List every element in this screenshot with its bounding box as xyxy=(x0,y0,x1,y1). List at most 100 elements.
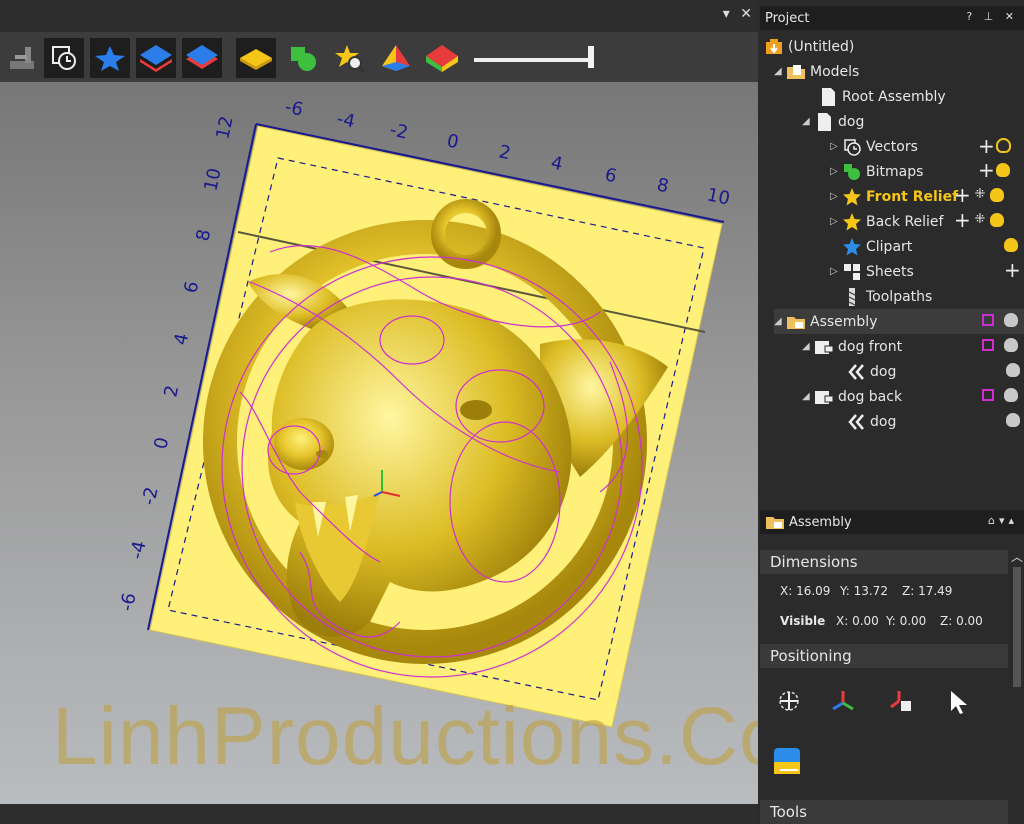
red-layer-icon[interactable] xyxy=(182,38,222,78)
pyramid-icon[interactable] xyxy=(376,38,416,78)
project-panel-title: Project xyxy=(765,10,810,26)
tree-item-label: dog front xyxy=(838,338,903,355)
bitmap-icon xyxy=(842,162,862,182)
star-icon xyxy=(842,212,862,232)
collapse-arrow-icon[interactable]: ◢ xyxy=(774,66,786,77)
tree-item-bitmaps[interactable]: ▷ Bitmaps xyxy=(830,159,923,184)
positioning-section-header[interactable]: Positioning xyxy=(760,644,1008,668)
tree-item-dog-instance-front[interactable]: dog xyxy=(846,359,896,384)
axis-box-icon[interactable] xyxy=(886,686,916,716)
star-icon xyxy=(842,187,862,207)
blue-layer-icon[interactable] xyxy=(136,38,176,78)
expand-arrow-icon[interactable]: ▷ xyxy=(830,266,842,277)
axis-move-icon[interactable] xyxy=(828,686,858,716)
lightbulb-icon[interactable] xyxy=(1004,388,1018,402)
tree-item-label: Front Relief xyxy=(866,188,959,205)
ruler-top-label: 0 xyxy=(445,130,461,153)
plus-icon[interactable]: + xyxy=(978,160,995,180)
tree-item-vectors[interactable]: ▷ Vectors xyxy=(830,134,918,159)
viewport-status-strip xyxy=(0,804,758,824)
plus-icon[interactable]: + xyxy=(954,185,971,205)
collapse-arrow-icon[interactable]: ◢ xyxy=(802,341,814,352)
tree-item-label: Assembly xyxy=(810,313,878,330)
scroll-up-icon[interactable]: ︿ xyxy=(1010,548,1024,565)
expand-arrow-icon[interactable]: ▷ xyxy=(830,166,842,177)
color-pyramid-icon[interactable] xyxy=(422,38,462,78)
tree-item-label: dog xyxy=(870,413,897,430)
project-panel-controls[interactable]: ? ⊥ ✕ xyxy=(966,10,1018,23)
clipart-actions xyxy=(1004,238,1018,252)
bounding-box-icon[interactable] xyxy=(982,314,994,326)
collapse-arrow-icon[interactable]: ◢ xyxy=(802,116,814,127)
tree-item-dog-back[interactable]: ◢ dog back xyxy=(802,384,902,409)
assembly-panel-controls[interactable]: ⌂▾▴ xyxy=(988,514,1018,527)
assembly-properties-panel: Assembly ⌂▾▴ Dimensions X: 16.09 Y: 13.7… xyxy=(760,510,1024,824)
plus-icon[interactable]: + xyxy=(1004,260,1021,280)
close-icon[interactable]: ✕ xyxy=(740,6,752,22)
ruler-left-label: 12 xyxy=(212,114,237,141)
assembly-actions xyxy=(982,313,1018,327)
expand-arrow-icon[interactable]: ▷ xyxy=(830,216,842,227)
lightbulb-icon[interactable] xyxy=(990,188,1004,202)
front-relief-actions: + ⁜ xyxy=(954,185,1004,205)
tree-item-dog-instance-back[interactable]: dog xyxy=(846,409,896,434)
dog-back-actions xyxy=(982,388,1018,402)
plus-icon[interactable]: + xyxy=(954,210,971,230)
lightbulb-icon[interactable] xyxy=(1004,313,1018,327)
tree-item-dog-model[interactable]: ◢ dog xyxy=(802,109,864,134)
tree-item-models[interactable]: ◢ Models xyxy=(774,59,859,84)
tree-item-dog-front[interactable]: ◢ dog front xyxy=(802,334,902,359)
rotate-move-icon[interactable] xyxy=(774,686,804,716)
ruler-left-label: 6 xyxy=(180,279,203,295)
tree-item-untitled[interactable]: (Untitled) xyxy=(764,34,854,59)
tree-item-front-relief[interactable]: ▷ Front Relief xyxy=(830,184,958,209)
bounding-box-icon[interactable] xyxy=(982,339,994,351)
clock-vector-icon xyxy=(842,137,862,157)
plus-icon[interactable]: + xyxy=(978,136,995,156)
collapse-arrow-icon[interactable]: ◢ xyxy=(802,391,814,402)
lightbulb-icon[interactable] xyxy=(1004,338,1018,352)
grid-plus-icon[interactable]: ⁜ xyxy=(972,188,988,202)
lightbulb-icon[interactable] xyxy=(996,138,1011,153)
expand-arrow-icon[interactable]: ▷ xyxy=(830,141,842,152)
ruler-left-label: 0 xyxy=(150,435,173,451)
lightbulb-icon[interactable] xyxy=(990,213,1004,227)
transparency-slider-handle[interactable] xyxy=(588,46,594,68)
lightbulb-icon[interactable] xyxy=(996,163,1010,177)
lightbulb-icon[interactable] xyxy=(1004,238,1018,252)
assembly-panel-title: Assembly xyxy=(789,514,852,530)
machine-icon[interactable] xyxy=(2,38,42,78)
tree-item-label: dog xyxy=(870,363,897,380)
bitmap-icon[interactable] xyxy=(284,38,324,78)
tree-item-label: (Untitled) xyxy=(788,38,855,55)
ruler-top-label: -6 xyxy=(283,96,305,120)
ruler-left-label: 2 xyxy=(160,383,183,399)
instance-icon xyxy=(846,362,866,382)
lightbulb-icon[interactable] xyxy=(1006,413,1020,427)
tree-item-clipart[interactable]: Clipart xyxy=(842,234,912,259)
3d-viewport[interactable]: ▾ ✕ -6 -4 -2 0 2 4 6 8 10 12 10 8 6 4 2 … xyxy=(0,0,758,824)
tree-item-root-assembly[interactable]: Root Assembly xyxy=(818,84,946,109)
lightbulb-icon[interactable] xyxy=(1006,363,1020,377)
visible-z: Z: 0.00 xyxy=(940,614,983,628)
chevron-down-icon[interactable]: ▾ xyxy=(723,6,730,22)
clipart-search-icon[interactable] xyxy=(330,38,370,78)
ruler-left-label: -2 xyxy=(138,485,162,507)
grid-plus-icon[interactable]: ⁜ xyxy=(972,213,988,227)
select-arrow-icon[interactable] xyxy=(944,686,974,716)
assembly-folder-icon xyxy=(786,312,806,332)
assembly-panel-scrollbar[interactable]: ︿ xyxy=(1010,548,1024,698)
collapse-arrow-icon[interactable]: ◢ xyxy=(774,316,786,327)
transparency-slider-track[interactable] xyxy=(474,58,592,62)
dimensions-section-header[interactable]: Dimensions xyxy=(760,550,1008,574)
tools-section-header[interactable]: Tools xyxy=(760,800,1008,824)
yellow-plate-icon[interactable] xyxy=(236,38,276,78)
tree-item-sheets[interactable]: ▷ Sheets xyxy=(830,259,914,284)
expand-arrow-icon[interactable]: ▷ xyxy=(830,191,842,202)
bounding-box-icon[interactable] xyxy=(982,389,994,401)
clock-vector-icon[interactable] xyxy=(44,38,84,78)
star-relief-icon[interactable] xyxy=(90,38,130,78)
tree-item-toolpaths[interactable]: Toolpaths xyxy=(842,284,932,309)
tree-item-back-relief[interactable]: ▷ Back Relief xyxy=(830,209,943,234)
align-tool-icon[interactable] xyxy=(770,742,808,780)
